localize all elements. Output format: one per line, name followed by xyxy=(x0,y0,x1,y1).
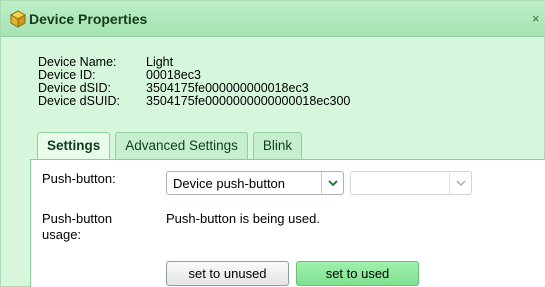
push-button-select-value: Device push-button xyxy=(173,176,286,191)
chevron-down-icon[interactable] xyxy=(449,172,471,194)
push-button-select[interactable]: Device push-button xyxy=(166,171,344,195)
window-title: Device Properties xyxy=(29,11,148,27)
usage-label-line1: Push-button xyxy=(42,211,113,226)
device-properties-window: Device Properties × Device Name: Light D… xyxy=(0,0,545,287)
tab-settings[interactable]: Settings xyxy=(37,132,111,160)
device-dsuid-value: 3504175fe0000000000000018ec300 xyxy=(146,94,351,108)
usage-status-text: Push-button is being used. xyxy=(166,211,320,226)
tab-bar: Settings Advanced Settings Blink xyxy=(37,132,307,160)
push-button-label: Push-button: xyxy=(42,171,116,186)
chevron-down-icon[interactable] xyxy=(321,172,343,194)
secondary-select[interactable] xyxy=(350,171,472,195)
settings-panel: Push-button: Device push-button Push-but… xyxy=(30,159,545,287)
tab-blink[interactable]: Blink xyxy=(252,132,303,159)
device-info: Device Name: Light Device ID: 00018ec3 D… xyxy=(38,56,350,108)
usage-label-line2: usage: xyxy=(42,227,82,242)
set-to-unused-button[interactable]: set to unused xyxy=(166,261,289,286)
device-dsuid-label: Device dSUID: xyxy=(38,94,120,108)
info-row-dsuid: Device dSUID: 3504175fe0000000000000018e… xyxy=(38,95,350,108)
cube-icon xyxy=(9,10,27,28)
tab-advanced-settings[interactable]: Advanced Settings xyxy=(115,132,248,159)
set-to-used-button[interactable]: set to used xyxy=(296,261,419,286)
close-icon[interactable]: × xyxy=(532,11,545,27)
title-bar[interactable]: Device Properties × xyxy=(1,1,545,37)
